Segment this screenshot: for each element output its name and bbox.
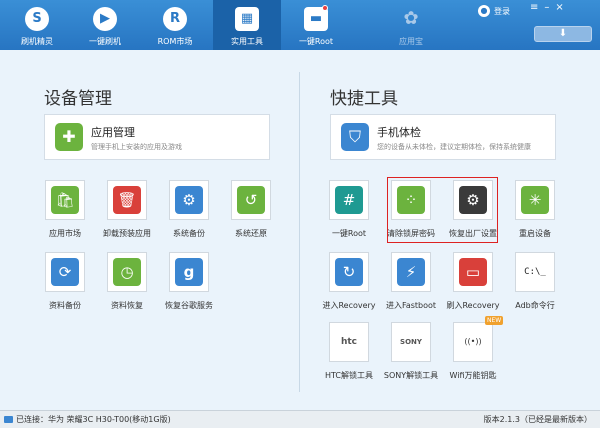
new-badge: NEW (485, 316, 504, 325)
terminal-icon: C:\_ (521, 258, 549, 286)
gears-icon: ⚙ (459, 186, 487, 214)
nav-utilities[interactable]: ▦ 实用工具 (213, 0, 281, 50)
phone-icon: ▭ (459, 258, 487, 286)
nav-label: 应用宝 (399, 37, 423, 46)
brush-genie-icon: S (25, 7, 49, 31)
login-button[interactable]: ● 登录 (478, 5, 510, 17)
card-desc: 管理手机上安装的应用及游戏 (91, 143, 182, 151)
tile-icon-box: ▭ (453, 252, 493, 292)
tile-icon-box: ⟳ (45, 252, 85, 292)
tile-label: Wifi万能钥匙 (449, 371, 497, 380)
tile-icon-box: ⚙ (453, 180, 493, 220)
computer-icon (4, 416, 13, 423)
tile-reboot-device[interactable]: ✳ 重启设备 (499, 180, 571, 244)
nav-label: 刷机精灵 (21, 37, 53, 46)
sony-logo-icon: SONY (397, 328, 425, 356)
card-desc: 您的设备从未体检，建议定期体检，保持系统健康 (377, 143, 531, 151)
tile-label: Adb命令行 (515, 301, 555, 310)
card-title: 手机体检 (377, 126, 421, 139)
nav-label: 实用工具 (231, 37, 263, 46)
tile-icon-box: ⚡ (391, 252, 431, 292)
connection-text: 已连接：华为 荣耀3C H30-T00(移动1G版) (16, 415, 171, 424)
tile-icon-box: ◷ (107, 252, 147, 292)
tile-restore-google-services[interactable]: g 恢复谷歌服务 (153, 252, 225, 316)
nav-label: 一键Root (298, 37, 334, 46)
tile-icon-box: ✳ (515, 180, 555, 220)
pattern-lock-icon: ⁘ (397, 186, 425, 214)
app-store-icon: ✿ (403, 8, 419, 29)
tile-icon-box: ⁘ (391, 180, 431, 220)
version-text: 版本2.1.3（已经是最新版本） (483, 415, 592, 424)
wifi-icon: ((•)) (459, 328, 487, 356)
nav-app-store[interactable]: ✿ 应用宝 (380, 0, 442, 50)
nav-rom-market[interactable]: R ROM市场 (144, 0, 206, 50)
menu-icon[interactable]: ≡ (530, 2, 538, 13)
tile-icon-box: g (169, 252, 209, 292)
tile-icon-box: 🛍 (45, 180, 85, 220)
nav-label: ROM市场 (157, 37, 193, 46)
card-title: 应用管理 (91, 126, 135, 139)
play-icon: ▶ (93, 7, 117, 31)
nav-one-key-root[interactable]: ▬ 一键Root (286, 0, 346, 50)
htc-logo-icon: htc (335, 328, 363, 356)
grid-icon: ▦ (235, 7, 259, 31)
status-bar: 已连接：华为 荣耀3C H30-T00(移动1G版) 版本2.1.3（已经是最新… (0, 410, 600, 428)
top-toolbar: S 刷机精灵 ▶ 一键刷机 R ROM市场 ▦ 实用工具 ▬ 一键Root ✿ … (0, 0, 600, 50)
tile-adb-command-line[interactable]: C:\_ Adb命令行 (499, 252, 571, 316)
refresh-icon: ↻ (335, 258, 363, 286)
tile-icon-box: # (329, 180, 369, 220)
backup-gear-icon: ⚙ (175, 186, 203, 214)
nav-one-key-flash[interactable]: ▶ 一键刷机 (74, 0, 136, 50)
tile-wifi-master-key[interactable]: ((•)) NEW Wifi万能钥匙 (437, 316, 509, 386)
sync-icon: ⟳ (51, 258, 79, 286)
section-divider (299, 72, 300, 392)
google-icon: g (175, 258, 203, 286)
tile-icon-box: 🗑 (107, 180, 147, 220)
root-icon: # (335, 186, 363, 214)
tile-icon-box: SONY (391, 322, 431, 362)
puzzle-icon: ✚ (55, 123, 83, 151)
loading-spinner-icon: ✳ (521, 186, 549, 214)
tile-icon-box: ↻ (329, 252, 369, 292)
tile-icon-box: htc (329, 322, 369, 362)
tile-icon-box: ⚙ (169, 180, 209, 220)
tile-label: 恢复谷歌服务 (165, 301, 213, 310)
notification-dot (322, 5, 328, 11)
tile-icon-box: ((•)) (453, 322, 493, 362)
clock-restore-icon: ◷ (113, 258, 141, 286)
lightning-icon: ⚡ (397, 258, 425, 286)
tile-label: 系统还原 (235, 229, 267, 238)
minimize-icon[interactable]: – (544, 2, 549, 13)
tile-label: 重启设备 (519, 229, 551, 238)
connection-status: 已连接：华为 荣耀3C H30-T00(移动1G版) (4, 411, 171, 428)
app-management-card[interactable]: ✚ 应用管理 管理手机上安装的应用及游戏 (44, 114, 270, 160)
login-label: 登录 (494, 6, 510, 16)
nav-label: 一键刷机 (89, 37, 121, 46)
rom-icon: R (163, 7, 187, 31)
tile-icon-box: C:\_ (515, 252, 555, 292)
user-icon: ● (478, 5, 490, 17)
download-icon: ⬇ (558, 28, 568, 39)
close-icon[interactable]: × (555, 2, 563, 13)
window-controls: ≡ – × (530, 2, 564, 13)
nav-brush-genie[interactable]: S 刷机精灵 (6, 0, 68, 50)
tile-icon-box: ↺ (231, 180, 271, 220)
restore-icon: ↺ (237, 186, 265, 214)
phone-checkup-card[interactable]: ⛉ 手机体检 您的设备从未体检，建议定期体检，保持系统健康 (330, 114, 556, 160)
shield-icon: ⛉ (341, 123, 369, 151)
shopping-bag-icon: 🛍 (51, 186, 79, 214)
section-title-device-management: 设备管理 (44, 89, 112, 109)
download-button[interactable]: ⬇ (534, 26, 592, 42)
tile-system-restore[interactable]: ↺ 系统还原 (215, 180, 287, 244)
trash-icon: 🗑 (113, 186, 141, 214)
section-title-quick-tools: 快捷工具 (330, 89, 398, 109)
